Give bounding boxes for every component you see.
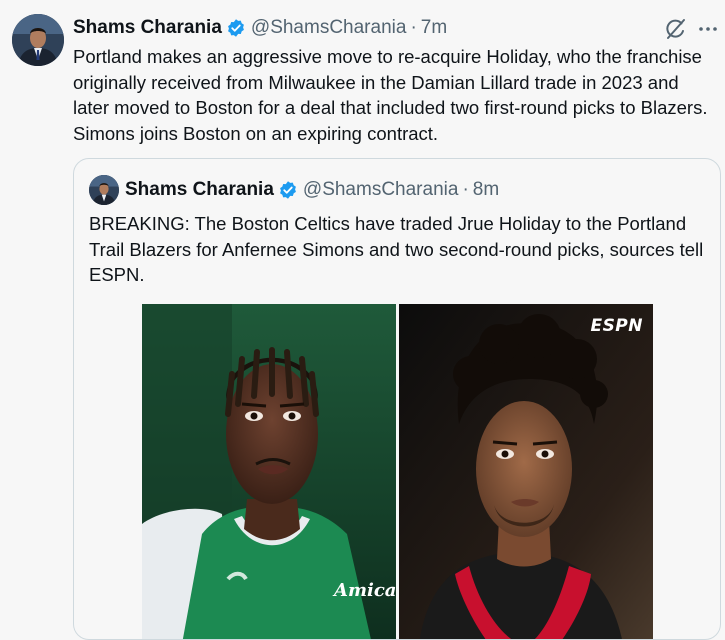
photo-anfernee-simons[interactable]: ESPN (399, 304, 653, 639)
tweet-text: Portland makes an aggressive move to re-… (73, 46, 708, 144)
quoted-tweet[interactable]: Shams Charania @ShamsCharania · 8m BREAK… (73, 158, 721, 640)
avatar[interactable] (12, 14, 64, 66)
jersey-text: Amica (332, 580, 396, 601)
quoted-author-name[interactable]: Shams Charania (125, 179, 274, 201)
timestamp[interactable]: 7m (421, 17, 447, 39)
quoted-timestamp[interactable]: 8m (473, 179, 499, 201)
espn-watermark: ESPN (590, 316, 643, 336)
verified-badge-icon (226, 18, 246, 38)
more-options-icon[interactable] (697, 18, 719, 40)
separator-dot: · (462, 179, 469, 200)
quoted-author-handle[interactable]: @ShamsCharania (303, 179, 459, 201)
tweet-header: Shams Charania @ShamsCharania · 7m (73, 15, 447, 41)
quoted-avatar[interactable] (89, 175, 119, 205)
photo-jrue-holiday[interactable]: Amica (142, 304, 396, 639)
quoted-media[interactable]: Amica ESPN (142, 304, 653, 639)
verified-badge-icon (278, 180, 298, 200)
grok-icon[interactable] (664, 17, 688, 41)
separator-dot: · (410, 17, 417, 38)
quoted-tweet-header: Shams Charania @ShamsCharania · 8m (125, 177, 499, 203)
author-name[interactable]: Shams Charania (73, 17, 222, 39)
tweet[interactable]: Shams Charania @ShamsCharania · 7m Portl… (0, 0, 725, 640)
quoted-tweet-text: BREAKING: The Boston Celtics have traded… (89, 213, 704, 285)
author-handle[interactable]: @ShamsCharania (251, 17, 407, 39)
